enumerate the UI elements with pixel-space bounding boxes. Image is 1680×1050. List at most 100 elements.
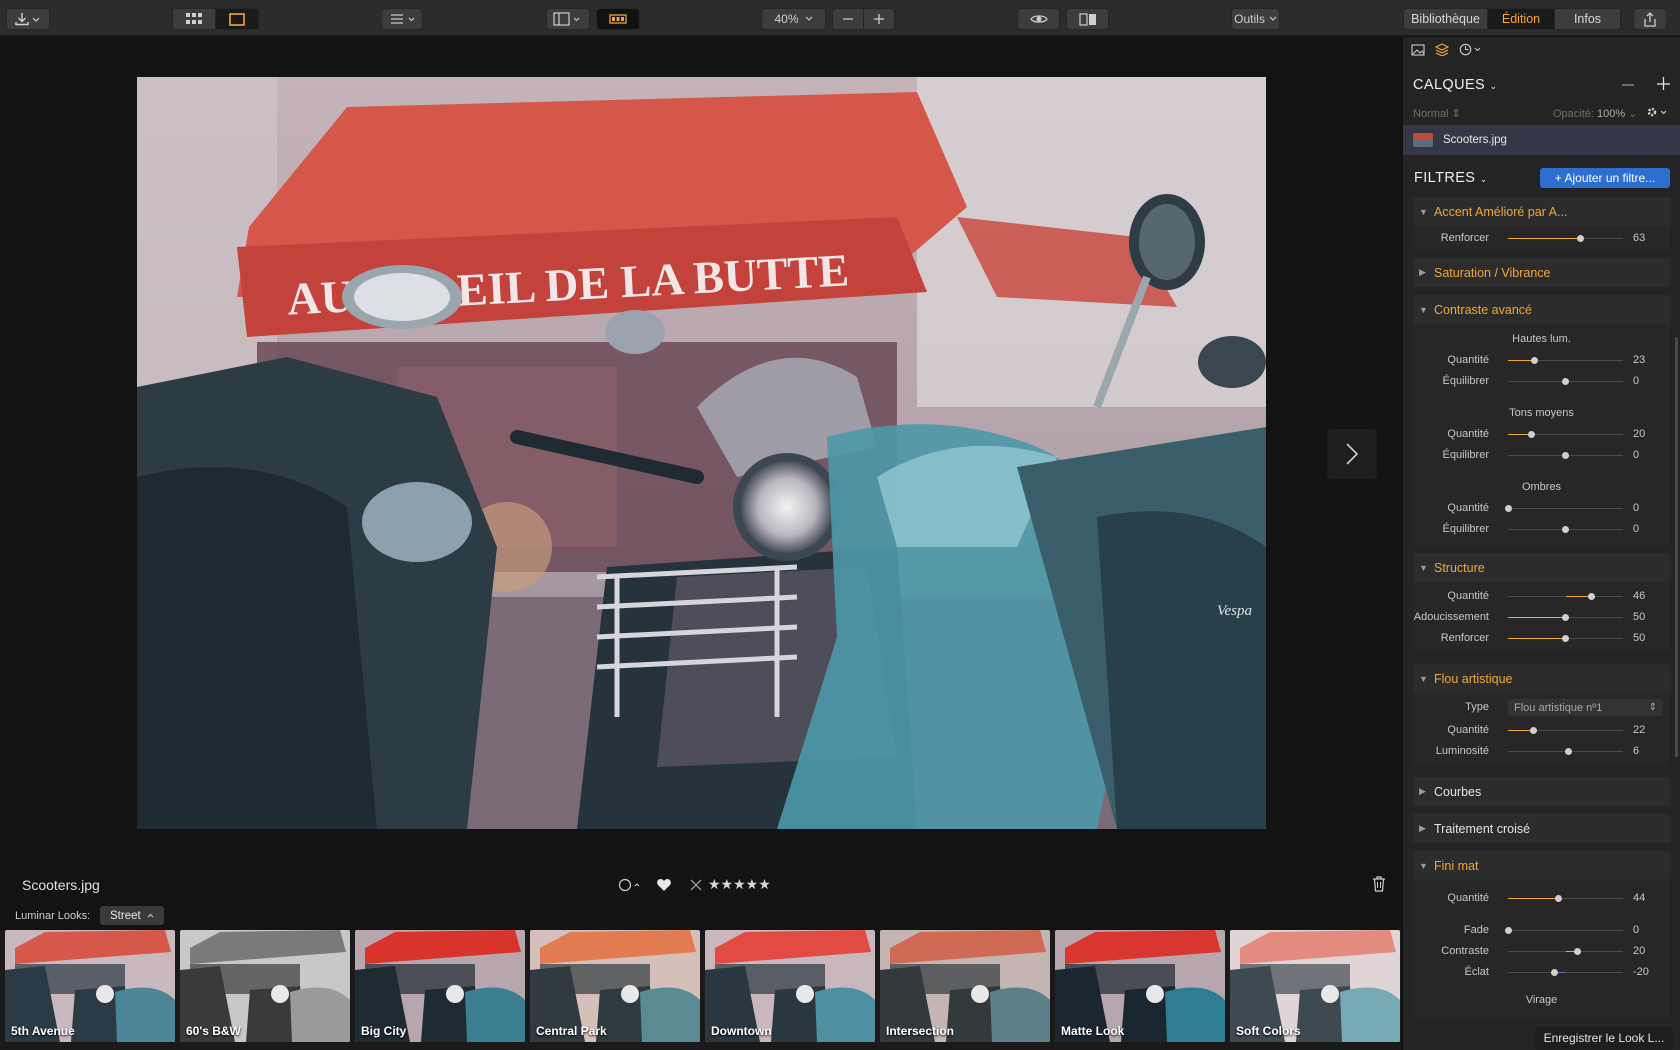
slider-knob[interactable]: [1550, 969, 1558, 976]
slider-knob[interactable]: [1504, 927, 1512, 934]
filter-courbes-header[interactable]: ▶ Courbes: [1413, 777, 1670, 806]
slider-tons-quantite[interactable]: Quantité 20: [1413, 426, 1670, 444]
flou-type-select[interactable]: Flou artistique nº1 ⇕: [1508, 699, 1663, 716]
reject-icon[interactable]: [690, 879, 702, 891]
gear-icon[interactable]: [1646, 106, 1670, 120]
save-look-button[interactable]: Enregistrer le Look L...: [1535, 1027, 1673, 1049]
filter-traitement-header[interactable]: ▶ Traitement croisé: [1413, 814, 1670, 843]
tab-infos[interactable]: Infos: [1555, 9, 1621, 29]
slider-knob[interactable]: [1530, 357, 1538, 364]
ombres-heading: Ombres: [1521, 481, 1562, 493]
slider-knob[interactable]: [1527, 431, 1535, 438]
panel-scrollbar[interactable]: [1675, 337, 1678, 757]
slider-fini-quantite[interactable]: Quantité 44: [1413, 890, 1670, 908]
slider-ombres-equilibrer[interactable]: Équilibrer 0: [1413, 521, 1670, 539]
color-label-button[interactable]: [618, 878, 640, 892]
look-thumbnail[interactable]: Intersection: [880, 930, 1050, 1042]
filter-structure-header[interactable]: ▼ Structure: [1413, 553, 1670, 582]
look-thumbnail[interactable]: Matte Look: [1055, 930, 1225, 1042]
slider-knob[interactable]: [1565, 748, 1573, 755]
zoom-in-button[interactable]: [864, 9, 895, 29]
slider-fini-eclat[interactable]: Éclat -20: [1413, 964, 1670, 982]
tools-menu-button[interactable]: Outils: [1231, 8, 1280, 30]
single-view-button[interactable]: [216, 9, 259, 29]
slider-fini-contraste[interactable]: Contraste 20: [1413, 943, 1670, 961]
filter-contraste-header[interactable]: ▼ Contraste avancé: [1413, 295, 1670, 324]
slider-ombres-quantite[interactable]: Quantité 0: [1413, 500, 1670, 518]
main-photo[interactable]: AU SOLEIL DE LA BUTTE Vespa: [137, 77, 1266, 829]
panel-toggle-button[interactable]: [546, 8, 590, 30]
slider-knob[interactable]: [1504, 505, 1512, 512]
slider-structure-renforcer[interactable]: Renforcer 50: [1413, 630, 1670, 648]
slider-hautes-equilibrer[interactable]: Équilibrer 0: [1413, 373, 1670, 391]
filmstrip-toggle-button[interactable]: [596, 8, 640, 30]
filter-saturation-header[interactable]: ▶ Saturation / Vibrance: [1413, 258, 1670, 287]
filters-title[interactable]: FILTRES ⌄: [1414, 170, 1488, 186]
slider-knob[interactable]: [1573, 948, 1581, 955]
slider-knob[interactable]: [1576, 235, 1584, 242]
next-image-button[interactable]: [1327, 429, 1377, 479]
look-thumbnail[interactable]: Soft Colors: [1230, 930, 1400, 1042]
slider-value: 0: [1633, 924, 1640, 936]
import-button[interactable]: [6, 8, 50, 30]
filter-fini-header[interactable]: ▼ Fini mat: [1413, 851, 1670, 880]
slider-flou-luminosite[interactable]: Luminosité 6: [1413, 743, 1670, 761]
tab-bibliotheque[interactable]: Bibliothèque: [1404, 9, 1488, 29]
layers-icon[interactable]: [1435, 43, 1449, 56]
slider-hautes-quantite[interactable]: Quantité 23: [1413, 352, 1670, 370]
compare-button[interactable]: [1066, 8, 1109, 30]
filter-structure-body: Quantité 46 Adoucissement 50 Renforcer 5…: [1413, 582, 1670, 652]
slider-label: Quantité: [1447, 354, 1489, 366]
slider-renforcer[interactable]: Renforcer 63: [1413, 230, 1670, 248]
looks-category-select[interactable]: Street: [100, 906, 164, 925]
slider-fini-fade[interactable]: Fade 0: [1413, 922, 1670, 940]
history-icon[interactable]: [1459, 43, 1483, 56]
slider-knob[interactable]: [1588, 593, 1596, 600]
layer-row[interactable]: Scooters.jpg: [1403, 125, 1680, 155]
slider-flou-quantite[interactable]: Quantité 22: [1413, 722, 1670, 740]
slider-knob[interactable]: [1562, 526, 1569, 533]
chevron-down-icon: [805, 16, 812, 21]
look-thumbnail[interactable]: Central Park: [530, 930, 700, 1042]
tab-edition[interactable]: Édition: [1488, 9, 1555, 29]
chevron-up-icon: [634, 882, 640, 886]
slider-structure-adoucissement[interactable]: Adoucissement 50: [1413, 609, 1670, 627]
slider-label: Luminosité: [1435, 745, 1489, 757]
filter-flou-header[interactable]: ▼ Flou artistique: [1413, 664, 1670, 693]
sort-menu-button[interactable]: [381, 8, 423, 30]
heart-icon[interactable]: [656, 878, 672, 892]
zoom-select[interactable]: 40%: [761, 8, 826, 30]
add-layer-icon[interactable]: [1657, 77, 1671, 91]
zoom-out-button[interactable]: [833, 9, 864, 29]
look-thumbnail[interactable]: 5th Avenue: [5, 930, 175, 1042]
slider-track: [1508, 593, 1623, 600]
preview-button[interactable]: [1017, 8, 1060, 30]
look-thumbnail[interactable]: Downtown: [705, 930, 875, 1042]
layers-title[interactable]: CALQUES ⌄: [1413, 77, 1498, 93]
expand-triangle-icon: ▶: [1419, 786, 1426, 796]
slider-structure-quantite[interactable]: Quantité 46: [1413, 588, 1670, 606]
look-thumbnail[interactable]: Big City: [355, 930, 525, 1042]
share-button[interactable]: [1633, 8, 1667, 30]
star-rating[interactable]: ★★★★★: [708, 876, 771, 893]
slider-knob[interactable]: [1562, 452, 1569, 459]
circle-label-icon: [618, 878, 632, 891]
filter-accent-header[interactable]: ▼ Accent Amélioré par A...: [1413, 197, 1670, 226]
slider-label: Renforcer: [1440, 232, 1489, 244]
look-thumbnail[interactable]: 60's B&W: [180, 930, 350, 1042]
slider-tons-equilibrer[interactable]: Équilibrer 0: [1413, 447, 1670, 465]
blend-mode-value: Normal: [1413, 108, 1449, 120]
slider-knob[interactable]: [1562, 635, 1569, 642]
slider-knob[interactable]: [1562, 614, 1569, 621]
slider-knob[interactable]: [1529, 727, 1537, 734]
image-icon[interactable]: [1411, 43, 1425, 56]
blend-mode-select[interactable]: Normal ⇕: [1413, 107, 1461, 120]
add-filter-button[interactable]: + Ajouter un filtre...: [1540, 168, 1670, 188]
slider-knob[interactable]: [1562, 378, 1569, 385]
grid-view-button[interactable]: [173, 9, 216, 29]
opacity-control[interactable]: Opacité: 100% ⌄: [1553, 107, 1637, 120]
slider-knob[interactable]: [1555, 895, 1563, 902]
slider-fill: [1508, 638, 1566, 639]
delete-button[interactable]: [1372, 876, 1386, 897]
remove-layer-icon[interactable]: [1622, 84, 1636, 86]
